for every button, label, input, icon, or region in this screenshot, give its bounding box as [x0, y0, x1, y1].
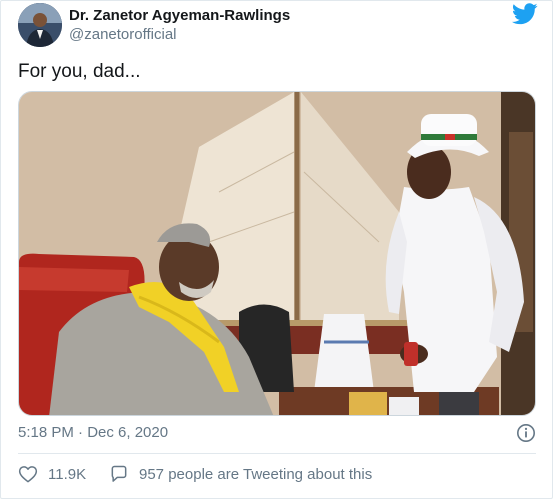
tweet-header: Dr. Zanetor Agyeman-Rawlings @zanetoroff…: [18, 3, 538, 47]
tweeting-about-text: 957 people are Tweeting about this: [139, 465, 373, 483]
actions-divider: [18, 453, 536, 454]
tweet-photo[interactable]: [18, 91, 536, 416]
tweet-card: Dr. Zanetor Agyeman-Rawlings @zanetoroff…: [0, 0, 553, 499]
tweet-timestamp[interactable]: 5:18 PM · Dec 6, 2020: [18, 424, 168, 441]
tweeting-about-button[interactable]: 957 people are Tweeting about this: [109, 462, 372, 486]
author-handle[interactable]: @zanetorofficial: [69, 25, 290, 45]
tweet-text: For you, dad...: [18, 61, 141, 82]
like-button[interactable]: 11.9K: [18, 462, 86, 486]
heart-icon: [18, 464, 38, 484]
author-display-name[interactable]: Dr. Zanetor Agyeman-Rawlings: [69, 7, 290, 25]
like-count: 11.9K: [48, 465, 87, 483]
author-names: Dr. Zanetor Agyeman-Rawlings @zanetoroff…: [69, 7, 290, 45]
tweet-meta: 5:18 PM · Dec 6, 2020: [18, 421, 536, 445]
twitter-bird-icon[interactable]: [511, 3, 538, 25]
info-icon[interactable]: [516, 423, 536, 443]
tweet-actions: 11.9K 957 people are Tweeting about this: [18, 462, 536, 486]
speech-bubble-icon: [109, 464, 129, 484]
avatar[interactable]: [18, 3, 62, 47]
